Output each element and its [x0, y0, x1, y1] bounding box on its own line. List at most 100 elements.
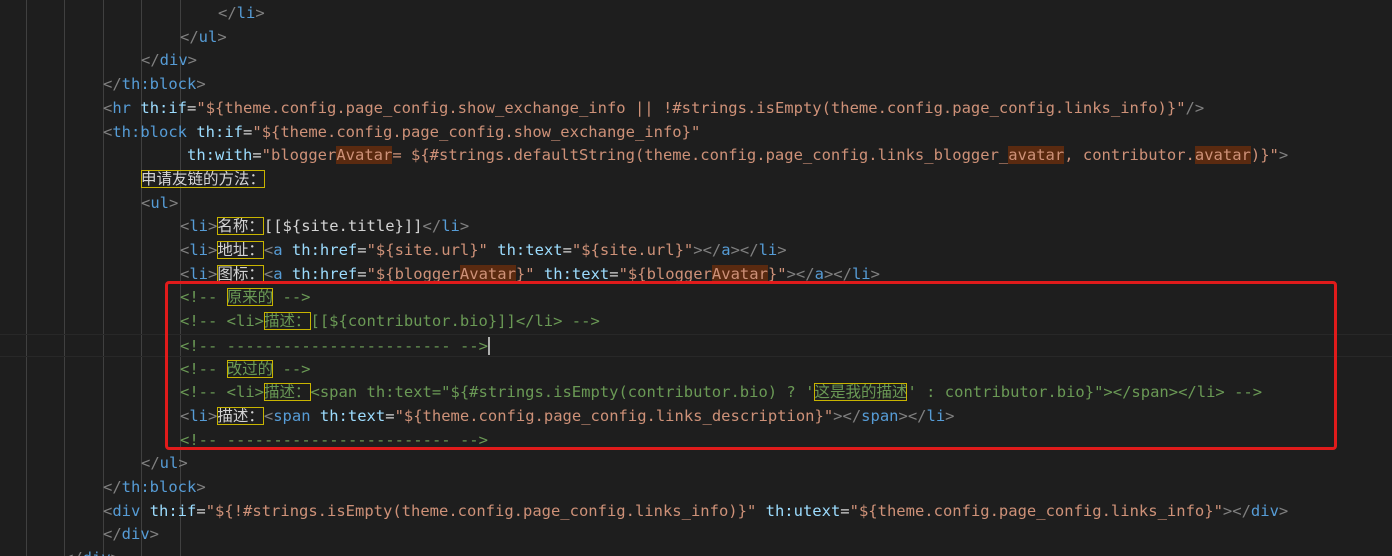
code-line[interactable]: <!-- <li>描述：<span th:text="${#strings.is… [0, 381, 1392, 405]
code-token: </ [422, 217, 442, 236]
code-line[interactable]: 申请友链的方法： [0, 168, 1392, 192]
code-editor[interactable]: </li> </ul> </div> </th:block> <hr th:if="${… [0, 0, 1392, 556]
code-token: "${theme.config.page_config.links_info}" [849, 501, 1223, 520]
code-token: ul [198, 27, 218, 46]
code-token: th:if [149, 501, 197, 520]
code-token: > [149, 525, 160, 544]
code-line[interactable]: </ul> [0, 452, 1392, 476]
code-token: div [121, 525, 150, 544]
code-token: span [273, 406, 311, 425]
code-content: <li>地址：<a th:href="${site.url}" th:text=… [180, 239, 787, 263]
code-token: a [273, 264, 283, 283]
code-line[interactable]: <!-- ------------------------ --> [0, 429, 1392, 453]
code-token: th:if [140, 98, 188, 117]
code-line[interactable]: <li>地址：<a th:href="${site.url}" th:text=… [0, 239, 1392, 263]
code-token: = [385, 406, 395, 425]
code-token: ul [159, 454, 179, 473]
code-token: < [263, 241, 274, 259]
code-token: th:text [543, 264, 610, 283]
code-token: th:block [121, 478, 197, 496]
code-line[interactable]: </th:block> [0, 73, 1392, 97]
code-line[interactable]: <li>名称：[[${site.title}]]</li> [0, 215, 1392, 239]
code-token: --> [273, 288, 311, 307]
code-token: th:text [497, 241, 563, 259]
code-line[interactable]: <li>图标：<a th:href="${bloggerAvatar}" th:… [0, 263, 1392, 287]
code-line[interactable]: </div> [0, 547, 1392, 556]
code-token: th:block [121, 75, 197, 94]
code-token: > [187, 51, 198, 70]
code-content: </th:block> [103, 476, 206, 500]
code-line[interactable]: </th:block> [0, 476, 1392, 500]
code-line[interactable]: </div> [0, 49, 1392, 73]
code-token: div [159, 51, 188, 70]
code-token: < [141, 193, 151, 212]
code-token: > [945, 406, 955, 425]
code-token: = [252, 146, 262, 165]
code-token: < [103, 122, 113, 141]
code-line[interactable]: <!-- <li>描述：[[${contributor.bio}]]</li> … [0, 310, 1392, 334]
code-token: > [208, 241, 218, 259]
code-token: > [1278, 501, 1289, 520]
code-line[interactable]: </li> [0, 2, 1392, 26]
code-token: ></ [1222, 501, 1251, 520]
code-token: li [926, 406, 946, 425]
code-content: <!-- <li>描述：[[${contributor.bio}]]</li> … [180, 310, 600, 334]
code-line[interactable]: <hr th:if="${theme.config.page_config.sh… [0, 97, 1392, 121]
code-token: a [273, 241, 283, 259]
code-token: </ [103, 478, 122, 496]
code-token: < [180, 264, 190, 283]
code-content: 申请友链的方法： [141, 168, 266, 192]
code-content: </div> [64, 547, 120, 556]
code-token: </ [218, 4, 237, 22]
code-token: < [180, 217, 190, 236]
code-token: > [208, 217, 218, 236]
code-line[interactable]: <!-- 改过的 --> [0, 358, 1392, 382]
code-token: > [217, 27, 227, 46]
code-token: [[${contributor.bio}]]</li> --> [310, 312, 600, 331]
code-line[interactable]: <th:block th:if="${theme.config.page_con… [0, 121, 1392, 145]
code-token: ></ [833, 406, 862, 425]
highlighted-text: 描述： [264, 312, 311, 331]
code-token: "${!#strings.isEmpty(theme.config.page_c… [205, 501, 757, 520]
code-token: th:href [291, 264, 358, 283]
code-token: = [609, 264, 619, 283]
code-content: </ul> [180, 26, 227, 50]
code-line[interactable]: th:with="bloggerAvatar= ${#strings.defau… [0, 144, 1392, 168]
code-token: th:text [319, 406, 386, 425]
code-line[interactable]: <div th:if="${!#strings.isEmpty(theme.co… [0, 500, 1392, 524]
code-line[interactable]: </div> [0, 523, 1392, 547]
code-token: = [357, 241, 367, 259]
code-line[interactable]: <!-- ------------------------ --> [0, 333, 1392, 358]
code-token: > [255, 4, 265, 22]
code-token: li [851, 264, 871, 283]
code-token: > [777, 241, 787, 259]
code-line[interactable]: <li>描述：<span th:text="${theme.config.pag… [0, 405, 1392, 429]
highlighted-text: 原来的 [226, 288, 274, 307]
word-highlight: Avatar [459, 264, 516, 283]
code-token: a [814, 264, 824, 283]
code-content: </th:block> [103, 73, 206, 97]
code-token: </ [103, 525, 122, 544]
code-token: > [1278, 146, 1289, 165]
code-content: <div th:if="${!#strings.isEmpty(theme.co… [103, 500, 1288, 524]
code-content: <!-- 改过的 --> [180, 358, 311, 382]
code-content: <li>图标：<a th:href="${bloggerAvatar}" th:… [180, 263, 880, 287]
code-line[interactable]: <!-- 原来的 --> [0, 286, 1392, 310]
code-line[interactable]: <ul> [0, 192, 1392, 216]
code-token: = [187, 98, 197, 117]
highlighted-text: 这是我的描述 [814, 383, 908, 402]
word-highlight: Avatar [336, 146, 393, 165]
code-content: <th:block th:if="${theme.config.page_con… [103, 121, 700, 145]
code-token: hr [112, 98, 132, 117]
code-content: <!-- <li>描述：<span th:text="${#strings.is… [180, 381, 1262, 405]
code-token: </ [180, 27, 199, 46]
code-token: <span th:text="${#strings.isEmpty(contri… [310, 383, 815, 402]
code-line[interactable]: </ul> [0, 26, 1392, 50]
code-token: --> [273, 359, 311, 378]
code-token: div [112, 501, 141, 520]
code-token: "${theme.config.page_config.show_exchang… [196, 98, 1186, 117]
